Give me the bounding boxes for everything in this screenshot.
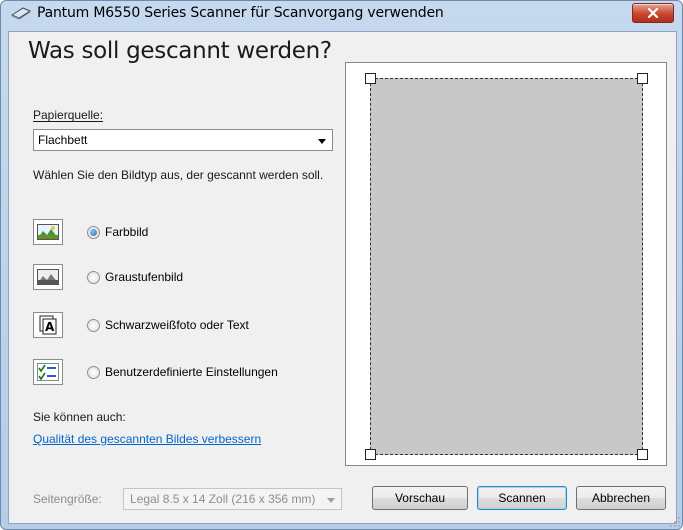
grayscale-radio[interactable]	[87, 270, 100, 284]
title-bar[interactable]: Pantum M6550 Series Scanner für Scanvorg…	[1, 1, 682, 27]
custom-settings-icon	[33, 359, 63, 385]
paper-source-label-text: Papierquelle:	[33, 108, 104, 122]
color-radio[interactable]	[87, 225, 100, 239]
image-type-grayscale[interactable]: Graustufenbild	[33, 262, 183, 292]
paper-source-select[interactable]: Flachbett	[33, 129, 333, 151]
black-white-radio[interactable]	[87, 318, 100, 332]
close-icon	[647, 8, 659, 18]
custom-label: Benutzerdefinierte Einstellungen	[105, 365, 278, 379]
color-label: Farbbild	[105, 225, 149, 239]
chevron-down-icon	[327, 498, 335, 503]
page-size-select[interactable]: Legal 8.5 x 14 Zoll (216 x 356 mm)	[123, 488, 342, 510]
image-type-custom[interactable]: Benutzerdefinierte Einstellungen	[33, 357, 278, 387]
black-white-text-icon: A	[33, 312, 63, 338]
page-title: Was soll gescannt werden?	[28, 38, 332, 64]
image-type-black-white[interactable]: A Schwarzweißfoto oder Text	[33, 310, 249, 340]
preview-button[interactable]: Vorschau	[372, 486, 468, 510]
grayscale-label: Graustufenbild	[105, 270, 184, 284]
image-type-color[interactable]: Farbbild	[33, 217, 148, 247]
paper-source-value: Flachbett	[38, 133, 88, 147]
image-type-prompt: Wählen Sie den Bildtyp aus, der gescannt…	[33, 168, 324, 182]
scanner-icon	[11, 7, 31, 20]
crop-handle-bottom-left[interactable]	[365, 449, 376, 460]
crop-handle-top-left[interactable]	[365, 73, 376, 84]
page-size-value: Legal 8.5 x 14 Zoll (216 x 356 mm)	[130, 492, 316, 506]
chevron-down-icon	[318, 139, 326, 144]
close-button[interactable]	[632, 3, 674, 23]
window-title: Pantum M6550 Series Scanner für Scanvorg…	[37, 5, 444, 21]
svg-text:A: A	[45, 320, 55, 334]
also-label: Sie können auch:	[33, 410, 126, 424]
cancel-button[interactable]: Abbrechen	[576, 486, 666, 510]
improve-quality-link[interactable]: Qualität des gescannten Bildes verbesser…	[33, 432, 261, 446]
resize-grip-icon[interactable]	[670, 517, 680, 527]
scan-region[interactable]	[370, 78, 643, 455]
scan-button[interactable]: Scannen	[477, 486, 567, 510]
crop-handle-top-right[interactable]	[637, 73, 648, 84]
color-photo-icon	[33, 219, 63, 245]
crop-handle-bottom-right[interactable]	[637, 449, 648, 460]
grayscale-photo-icon	[33, 264, 63, 290]
paper-source-label: Papierquelle:	[33, 108, 103, 122]
page-size-label: Seitengröße:	[33, 492, 102, 506]
black-white-label: Schwarzweißfoto oder Text	[105, 318, 249, 332]
custom-radio[interactable]	[87, 365, 100, 379]
